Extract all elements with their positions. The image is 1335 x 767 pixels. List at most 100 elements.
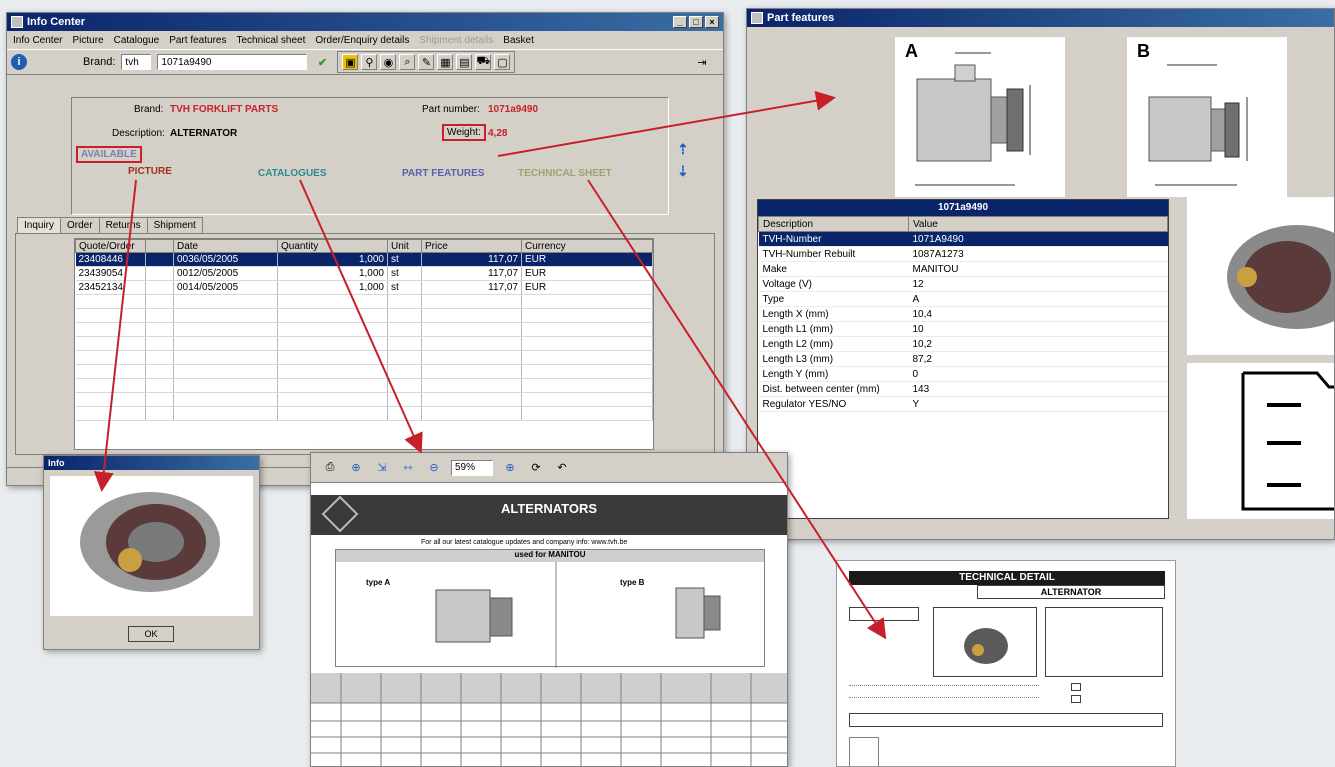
scroll-up-arrow-icon[interactable]: ⇡ (677, 141, 689, 158)
menu-part-features[interactable]: Part features (169, 35, 226, 46)
grid-icon[interactable]: ▦ (437, 54, 454, 70)
feature-value: 143 (908, 381, 1168, 397)
cell-quote: 23408446 (75, 252, 146, 267)
table-row[interactable]: 23452134 0014/05/2005 1,000 st 117,07 EUR (75, 280, 653, 295)
picture-link[interactable]: PICTURE (128, 166, 172, 177)
menu-technical-sheet[interactable]: Technical sheet (236, 35, 305, 46)
weight-value: 4,28 (488, 128, 508, 139)
table-icon[interactable]: ▤ (456, 54, 473, 70)
feature-description: TVH-Number Rebuilt (758, 246, 909, 262)
col-price[interactable]: Price (421, 239, 522, 253)
brand-input[interactable] (121, 54, 152, 70)
globe-icon[interactable]: ◉ (380, 54, 397, 70)
feature-value: 0 (908, 366, 1168, 382)
col-blank[interactable] (145, 239, 174, 253)
minimize-button[interactable]: _ (673, 16, 687, 28)
magnifier-icon[interactable]: ⌕ (399, 54, 416, 70)
zoom-out-icon[interactable]: ⊖ (425, 459, 443, 477)
calendar-icon[interactable]: ▢ (494, 54, 511, 70)
picture-icon[interactable]: ▣ (342, 54, 359, 70)
tech-sheet-line-1 (849, 685, 1039, 686)
exit-icon[interactable]: ⇥ (693, 53, 711, 71)
tech-sheet-alternator-photo (964, 628, 1008, 664)
col-unit[interactable]: Unit (387, 239, 422, 253)
catalogues-link[interactable]: CATALOGUES (258, 168, 327, 179)
catalogue-window: ⎙ ⊕ ⇲ ⇿ ⊖ ⊕ ⟳ ↶ ALTERNATORS For all our … (310, 452, 788, 767)
menu-picture[interactable]: Picture (72, 35, 103, 46)
zoom-input[interactable] (451, 459, 493, 476)
info-icon[interactable]: i (11, 54, 27, 70)
confirm-check-icon[interactable]: ✔ (313, 53, 331, 71)
feature-row[interactable]: Regulator YES/NO Y (758, 396, 1168, 412)
tab-panel: Quote/Order Date Quantity Unit Price Cur… (15, 233, 715, 455)
tech-sheet-checkbox-1[interactable] (1071, 683, 1081, 691)
catalogue-table-grid (311, 673, 787, 766)
menu-info-center[interactable]: Info Center (13, 35, 62, 46)
catalogue-header-band: ALTERNATORS (311, 495, 787, 535)
tab-returns[interactable]: Returns (98, 217, 148, 233)
col-date[interactable]: Date (173, 239, 278, 253)
part-features-titlebar[interactable]: Part features (747, 9, 1334, 27)
feature-description: TVH-Number (758, 231, 909, 247)
feature-description: Make (758, 261, 909, 277)
feature-row[interactable]: Length X (mm) 10,4 (758, 306, 1168, 322)
empty-row (75, 322, 653, 337)
cell-date: 0014/05/2005 (173, 280, 278, 295)
menu-catalogue[interactable]: Catalogue (114, 35, 160, 46)
col-description[interactable]: Description (758, 216, 909, 232)
scroll-down-arrow-icon[interactable]: ⇣ (677, 163, 689, 180)
part-features-window: Part features A B 1071a9490 Description … (746, 8, 1335, 540)
feature-value: 1087A1273 (908, 246, 1168, 262)
print-icon[interactable]: ⎙ (321, 459, 339, 477)
picture-titlebar[interactable]: Info (44, 456, 259, 470)
col-value[interactable]: Value (908, 216, 1168, 232)
tech-sheet-part-box (849, 607, 919, 621)
features-table: Description Value TVH-Number 1071A9490 TVH… (758, 216, 1168, 412)
feature-value: 12 (908, 276, 1168, 292)
tech-sheet-checkbox-2[interactable] (1071, 695, 1081, 703)
cart-icon[interactable]: ⛟ (475, 54, 492, 70)
fit-width-icon[interactable]: ⇿ (399, 459, 417, 477)
tab-shipment[interactable]: Shipment (146, 217, 203, 233)
empty-row (75, 350, 653, 365)
feature-row[interactable]: Make MANITOU (758, 261, 1168, 277)
col-quantity[interactable]: Quantity (277, 239, 388, 253)
zoom-in-icon[interactable]: ⊕ (347, 459, 365, 477)
empty-row (75, 308, 653, 323)
table-row[interactable]: 23408446 0036/05/2005 1,000 st 117,07 EUR (75, 252, 653, 267)
tab-inquiry[interactable]: Inquiry (17, 217, 62, 233)
feature-row[interactable]: Length L1 (mm) 10 (758, 321, 1168, 337)
part-number-input[interactable] (157, 54, 308, 70)
menu-basket[interactable]: Basket (503, 35, 534, 46)
fit-page-icon[interactable]: ⇲ (373, 459, 391, 477)
rotate-icon[interactable]: ⟳ (527, 459, 545, 477)
menu-order-details[interactable]: Order/Enquiry details (315, 35, 409, 46)
part-features-link[interactable]: PART FEATURES (402, 168, 484, 179)
feature-row[interactable]: Length L2 (mm) 10,2 (758, 336, 1168, 352)
table-row[interactable]: 23439054 0012/05/2005 1,000 st 117,07 EUR (75, 266, 653, 281)
feature-row[interactable]: Type A (758, 291, 1168, 307)
feature-row[interactable]: Length L3 (mm) 87,2 (758, 351, 1168, 367)
detail-tabs: Inquiry Order Returns Shipment (17, 217, 203, 233)
maximize-button[interactable]: □ (689, 16, 703, 28)
search-icon[interactable]: ⚲ (361, 54, 378, 70)
col-quote[interactable]: Quote/Order (75, 239, 146, 253)
info-center-titlebar[interactable]: Info Center _ □ × (7, 13, 723, 31)
cell-price: 117,07 (421, 266, 522, 281)
zoom-plus-icon[interactable]: ⊕ (501, 459, 519, 477)
feature-row[interactable]: Voltage (V) 12 (758, 276, 1168, 292)
cell-quantity: 1,000 (277, 266, 388, 281)
tab-order[interactable]: Order (60, 217, 100, 233)
ok-button[interactable]: OK (128, 626, 174, 642)
feature-row[interactable]: Dist. between center (mm) 143 (758, 381, 1168, 397)
undo-icon[interactable]: ↶ (553, 459, 571, 477)
close-button[interactable]: × (705, 16, 719, 28)
col-currency[interactable]: Currency (521, 239, 653, 253)
availability-status: AVAILABLE (76, 146, 142, 163)
feature-row[interactable]: Length Y (mm) 0 (758, 366, 1168, 382)
feature-row[interactable]: TVH-Number Rebuilt 1087A1273 (758, 246, 1168, 262)
feature-row[interactable]: TVH-Number 1071A9490 (758, 231, 1168, 247)
feature-value: A (908, 291, 1168, 307)
technical-sheet-link[interactable]: TECHNICAL SHEET (518, 168, 612, 179)
edit-icon[interactable]: ✎ (418, 54, 435, 70)
